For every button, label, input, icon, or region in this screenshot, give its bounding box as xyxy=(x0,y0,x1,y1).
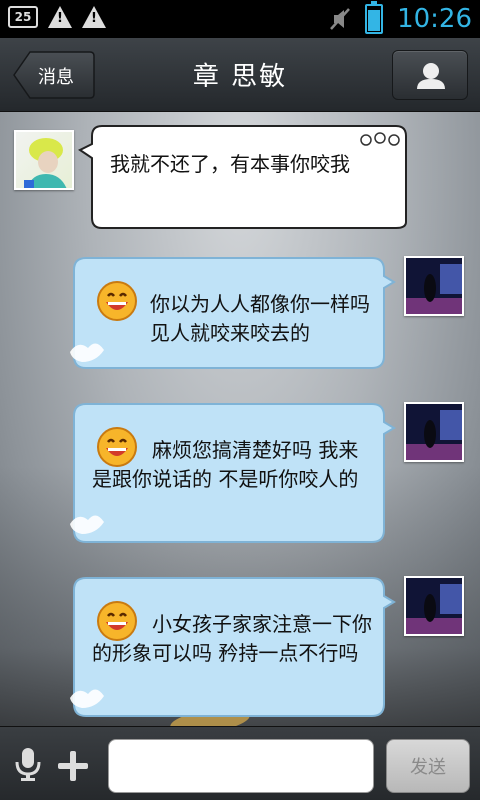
title-bar: 消息 章 思敏 xyxy=(0,38,480,112)
send-button[interactable]: 发送 xyxy=(386,739,470,793)
plus-icon[interactable] xyxy=(56,749,90,783)
microphone-icon[interactable] xyxy=(14,747,42,781)
my-avatar[interactable] xyxy=(404,576,464,636)
input-bar: 发送 xyxy=(0,726,480,800)
message-bubble-right[interactable]: 麻烦您搞清楚好吗 我来是跟你说话的 不是听你咬人的 xyxy=(66,400,396,546)
status-bar: 25 10:26 xyxy=(0,0,480,38)
message-text: 我就不还了，有本事你咬我 xyxy=(110,152,350,176)
smile-emoji xyxy=(96,280,138,322)
message-text: 小女孩子家家注意一下你的形象可以吗 矜持一点不行吗 xyxy=(92,612,372,665)
clock: 10:26 xyxy=(397,4,472,34)
my-avatar[interactable] xyxy=(404,256,464,316)
battery-icon xyxy=(365,1,384,34)
my-avatar[interactable] xyxy=(404,402,464,462)
mute-icon xyxy=(329,6,351,32)
message-bubble-right[interactable]: 小女孩子家家注意一下你的形象可以吗 矜持一点不行吗 xyxy=(66,574,396,720)
message-text: 你以为人人都像你一样吗 见人就咬来咬去的 xyxy=(150,292,370,345)
message-text: 麻烦您搞清楚好吗 我来是跟你说话的 不是听你咬人的 xyxy=(92,438,359,491)
sd-card-icon: 25 xyxy=(8,6,38,28)
message-bubble-left[interactable]: 我就不还了，有本事你咬我 xyxy=(78,120,410,230)
message-input[interactable] xyxy=(108,739,374,793)
chat-area[interactable]: 我就不还了，有本事你咬我 你以为人人都像你一样吗 见人就咬来咬去的 麻烦您搞清楚… xyxy=(0,112,480,726)
profile-button[interactable] xyxy=(392,50,468,100)
person-icon xyxy=(417,63,445,89)
warning-icon xyxy=(82,6,106,28)
warning-icon xyxy=(48,6,72,28)
message-bubble-right[interactable]: 你以为人人都像你一样吗 见人就咬来咬去的 xyxy=(66,254,396,372)
contact-avatar[interactable] xyxy=(14,130,74,190)
